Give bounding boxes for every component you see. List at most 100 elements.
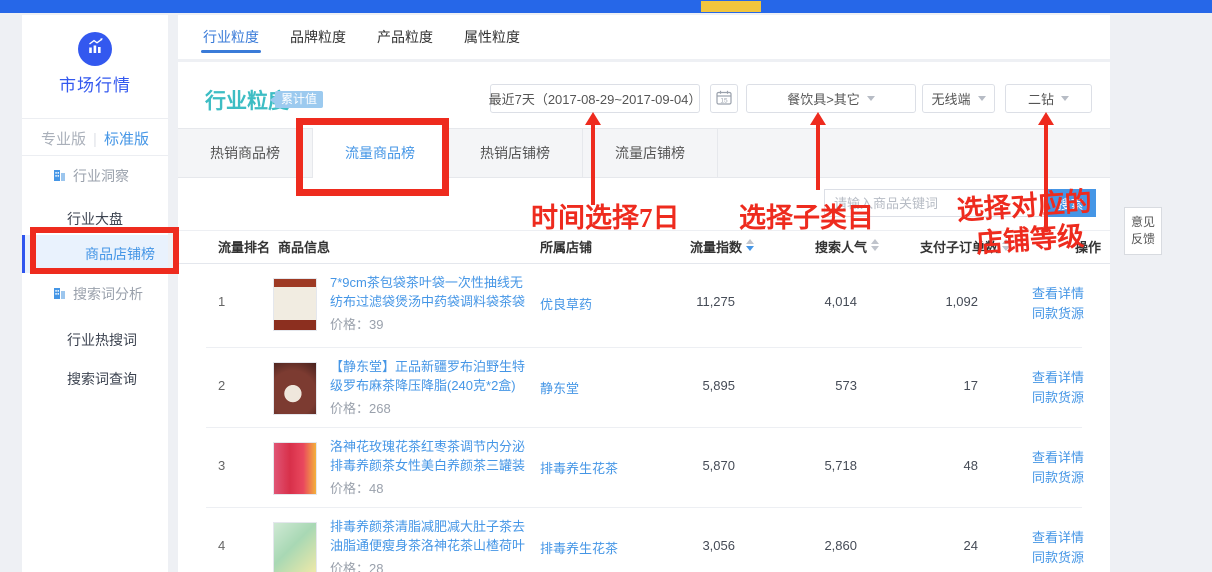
annotation-text-category: 选择子类目 [739, 196, 874, 235]
top-bar-yellow-indicator [701, 1, 761, 12]
shop-link[interactable]: 静东堂 [540, 378, 579, 397]
table-row: 1 7*9cm茶包袋茶叶袋一次性抽线无纺布过滤袋煲汤中药袋调料袋茶袋 价格：39… [178, 264, 1110, 348]
paid-suborders-value: 24 [893, 538, 978, 553]
version-switch: 专业版|标准版 [22, 128, 168, 149]
same-supply-link[interactable]: 同款货源 [1032, 388, 1084, 408]
col-shop: 所属店铺 [540, 231, 592, 265]
tab-traffic-shop-rank[interactable]: 流量店铺榜 [583, 129, 718, 177]
rank-value: 2 [218, 378, 225, 393]
shop-link[interactable]: 优良草药 [540, 294, 592, 313]
same-supply-link[interactable]: 同款货源 [1032, 468, 1084, 488]
version-standard[interactable]: 标准版 [104, 131, 149, 148]
annotation-arrow-category [810, 112, 826, 190]
sidebar-section-industry-insight: 行业洞察 [53, 166, 129, 186]
svg-text:15: 15 [720, 97, 728, 104]
product-title-link[interactable]: 【静东堂】正品新疆罗布泊野生特级罗布麻茶降压降脂(240克*2盒) [330, 357, 531, 395]
sidebar-item-hot-search-words[interactable]: 行业热搜词 [22, 321, 168, 359]
product-thumbnail[interactable] [273, 362, 317, 415]
category-value: 餐饮具>其它 [787, 89, 860, 108]
tab-hot-shop-rank[interactable]: 热销店铺榜 [448, 129, 583, 177]
shop-link[interactable]: 排毒养生花茶 [540, 458, 618, 477]
row-actions: 查看详情 同款货源 [1032, 448, 1084, 488]
date-range-selector[interactable]: 最近7天（2017-08-29~2017-09-04） [490, 84, 700, 113]
market-analytics-page: 市场行情 专业版|标准版 行业洞察 行业大盘 商品店铺榜 [0, 0, 1212, 572]
same-supply-link[interactable]: 同款货源 [1032, 304, 1084, 324]
sidebar-section-label: 行业洞察 [73, 166, 129, 186]
product-price: 价格：268 [330, 398, 531, 417]
col-product-info: 商品信息 [278, 231, 330, 265]
row-actions: 查看详情 同款货源 [1032, 284, 1084, 324]
building-icon [53, 286, 66, 302]
col-traffic-rank: 流量排名 [218, 231, 270, 265]
browser-top-bar [0, 0, 1212, 13]
search-popularity-value: 4,014 [773, 294, 857, 309]
paid-suborders-value: 1,092 [893, 294, 978, 309]
sidebar: 市场行情 专业版|标准版 行业洞察 行业大盘 商品店铺榜 [22, 15, 168, 572]
view-detail-link[interactable]: 查看详情 [1032, 528, 1084, 548]
product-title-link[interactable]: 排毒养颜茶清脂减肥减大肚子茶去油脂通便瘦身茶洛神花茶山楂荷叶 [330, 517, 531, 555]
terminal-dropdown[interactable]: 无线端 [922, 84, 995, 113]
traffic-index-value: 5,895 [648, 378, 735, 393]
category-dropdown[interactable]: 餐饮具>其它 [746, 84, 916, 113]
sort-icon[interactable] [871, 239, 879, 251]
search-popularity-value: 2,860 [773, 538, 857, 553]
search-popularity-value: 573 [773, 378, 857, 393]
table-row: 2 【静东堂】正品新疆罗布泊野生特级罗布麻茶降压降脂(240克*2盒) 价格：2… [178, 348, 1110, 428]
col-traffic-index[interactable]: 流量指数 [690, 231, 754, 265]
sidebar-divider [22, 118, 168, 119]
tab-industry-granularity[interactable]: 行业粒度 [203, 15, 259, 59]
col-search-popularity[interactable]: 搜索人气 [815, 231, 879, 265]
product-info: 【静东堂】正品新疆罗布泊野生特级罗布麻茶降压降脂(240克*2盒) 价格：268 [330, 357, 531, 417]
date-range-value: 最近7天（2017-08-29~2017-09-04） [489, 89, 702, 108]
sidebar-section-search-analysis: 搜索词分析 [53, 284, 143, 304]
sidebar-item-search-word-query[interactable]: 搜索词查询 [22, 360, 168, 398]
sort-icon[interactable] [746, 239, 754, 251]
rank-value: 1 [218, 294, 225, 309]
product-info: 7*9cm茶包袋茶叶袋一次性抽线无纺布过滤袋煲汤中药袋调料袋茶袋 价格：39 [330, 273, 531, 333]
product-price: 价格：48 [330, 478, 531, 497]
same-supply-link[interactable]: 同款货源 [1032, 548, 1084, 568]
row-actions: 查看详情 同款货源 [1032, 368, 1084, 408]
tab-hot-product-rank[interactable]: 热销商品榜 [178, 129, 313, 177]
product-thumbnail[interactable] [273, 442, 317, 495]
table-row: 3 洛神花玫瑰花茶红枣茶调节内分泌排毒养颜茶女性美白养颜茶三罐装 价格：48 排… [178, 428, 1110, 508]
shop-level-dropdown[interactable]: 二钻 [1005, 84, 1092, 113]
calendar-icon: 15 [716, 90, 732, 108]
annotation-text-date: 时间选择7日 [531, 196, 680, 235]
app-title: 市场行情 [22, 71, 168, 96]
annotation-text-shop-level: 选择对应的 店铺等级 [956, 184, 1095, 261]
row-actions: 查看详情 同款货源 [1032, 528, 1084, 568]
annotation-arrow-date [585, 112, 601, 205]
paid-suborders-value: 48 [893, 458, 978, 473]
chevron-down-icon [978, 96, 986, 101]
product-title-link[interactable]: 7*9cm茶包袋茶叶袋一次性抽线无纺布过滤袋煲汤中药袋调料袋茶袋 [330, 273, 531, 311]
table-row: 4 排毒养颜茶清脂减肥减大肚子茶去油脂通便瘦身茶洛神花茶山楂荷叶 价格：28 排… [178, 508, 1110, 572]
calendar-button[interactable]: 15 [710, 84, 738, 113]
traffic-index-value: 3,056 [648, 538, 735, 553]
tab-attribute-granularity[interactable]: 属性粒度 [464, 15, 520, 59]
product-title-link[interactable]: 洛神花玫瑰花茶红枣茶调节内分泌排毒养颜茶女性美白养颜茶三罐装 [330, 437, 531, 475]
product-price: 价格：28 [330, 558, 531, 572]
feedback-button[interactable]: 意见 反馈 [1124, 207, 1162, 255]
view-detail-link[interactable]: 查看详情 [1032, 284, 1084, 304]
tab-product-granularity[interactable]: 产品粒度 [377, 15, 433, 59]
search-popularity-value: 5,718 [773, 458, 857, 473]
product-info: 排毒养颜茶清脂减肥减大肚子茶去油脂通便瘦身茶洛神花茶山楂荷叶 价格：28 [330, 517, 531, 572]
shop-link[interactable]: 排毒养生花茶 [540, 538, 618, 557]
tab-brand-granularity[interactable]: 品牌粒度 [290, 15, 346, 59]
chevron-down-icon [867, 96, 875, 101]
sidebar-section-label: 搜索词分析 [73, 284, 143, 304]
building-icon [53, 168, 66, 184]
view-detail-link[interactable]: 查看详情 [1032, 448, 1084, 468]
terminal-value: 无线端 [931, 89, 970, 108]
sidebar-divider [22, 155, 168, 156]
cumulative-badge: 累计值 [275, 91, 323, 108]
chevron-down-icon [1061, 96, 1069, 101]
product-thumbnail[interactable] [273, 278, 317, 331]
traffic-index-value: 5,870 [648, 458, 735, 473]
view-detail-link[interactable]: 查看详情 [1032, 368, 1084, 388]
product-thumbnail[interactable] [273, 522, 317, 572]
trend-chart-icon [86, 37, 105, 61]
app-logo [78, 32, 112, 66]
version-pro[interactable]: 专业版 [41, 131, 86, 148]
